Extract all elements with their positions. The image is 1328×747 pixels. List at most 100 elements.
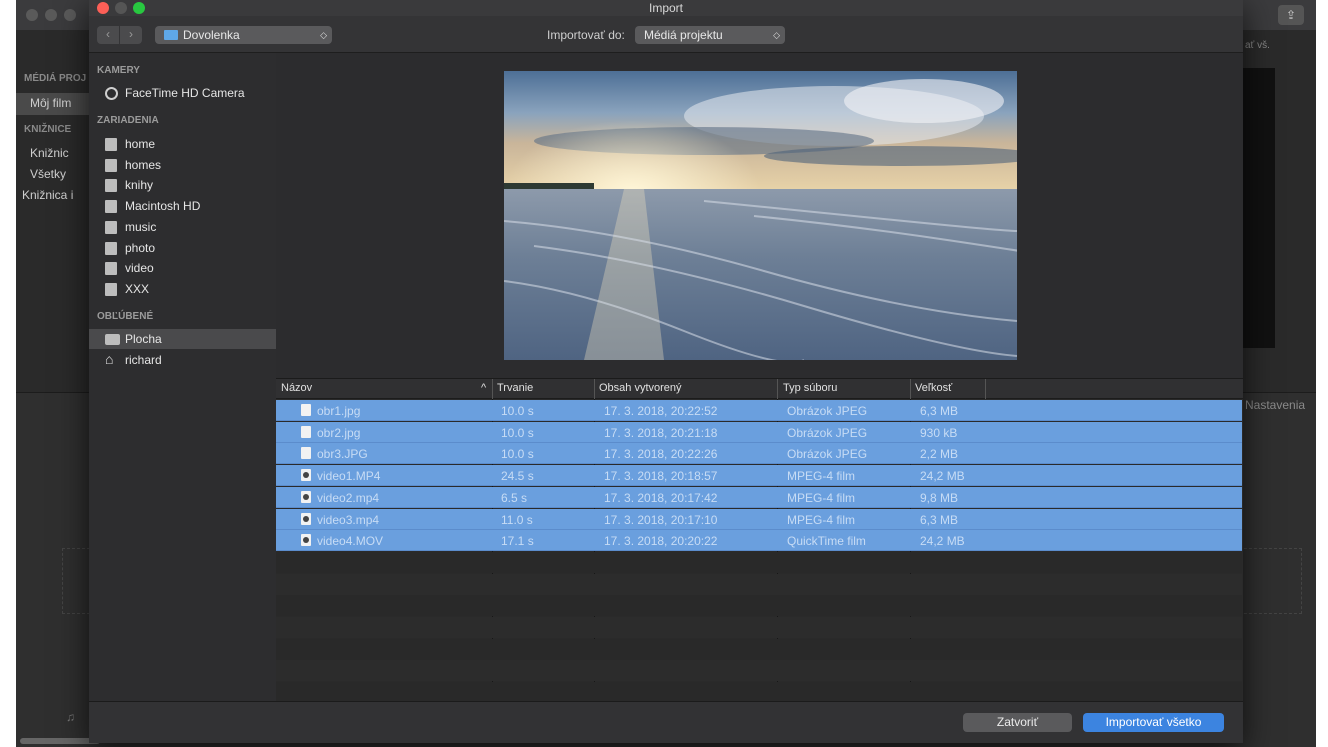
video-file-icon	[301, 512, 311, 525]
cell-name: obr2.jpg	[317, 425, 361, 440]
sidebar-item-label: music	[125, 220, 157, 234]
back-button[interactable]: ‹	[97, 26, 119, 44]
sidebar-item-label: XXX	[125, 282, 150, 296]
import-dialog: Import ‹ › Dovolenka ◇ Importovať do: Mé…	[89, 0, 1243, 743]
disk-icon	[105, 159, 117, 172]
column-header-size[interactable]: Veľkosť	[915, 382, 952, 394]
sidebar-item-plocha[interactable]: Plocha	[89, 329, 276, 349]
sort-ascending-icon[interactable]: ^	[481, 382, 486, 394]
empty-row	[276, 638, 1242, 660]
video-file-icon	[301, 469, 311, 482]
disk-icon	[105, 138, 117, 151]
video-file-icon	[301, 534, 311, 547]
column-header-duration[interactable]: Trvanie	[497, 382, 533, 394]
cell-type: Obrázok JPEG	[787, 404, 868, 418]
cell-type: Obrázok JPEG	[787, 447, 868, 462]
sidebar-item-label: knihy	[125, 178, 154, 192]
import-to-popup[interactable]: Médiá projektu ◇	[635, 26, 785, 44]
bg-close-light[interactable]	[26, 9, 38, 21]
sidebar-item-label: homes	[125, 158, 162, 172]
sidebar-item-macintosh-hd[interactable]: Macintosh HD	[89, 196, 276, 216]
folder-icon	[164, 30, 178, 40]
sidebar-item-home[interactable]: home	[89, 134, 276, 154]
close-light[interactable]	[97, 2, 109, 14]
bg-item-all[interactable]: Všetky	[30, 167, 66, 181]
sidebar-item-label: photo	[125, 241, 156, 255]
location-label: Dovolenka	[183, 28, 240, 42]
sidebar-item-video[interactable]: video	[89, 258, 276, 278]
column-divider[interactable]	[777, 379, 778, 399]
cell-name: obr3.JPG	[317, 447, 368, 462]
home-icon: ⌂	[105, 351, 114, 367]
bg-viewer	[1241, 68, 1275, 348]
disk-icon	[105, 242, 117, 255]
column-divider[interactable]	[594, 379, 595, 399]
import-to-value: Médiá projektu	[644, 28, 723, 42]
column-header-type[interactable]: Typ súboru	[783, 382, 837, 394]
cell-type: MPEG-4 film	[787, 490, 856, 505]
dialog-title: Import	[648, 1, 683, 15]
disk-icon	[105, 283, 117, 296]
bg-minimize-light[interactable]	[45, 9, 57, 21]
empty-row	[276, 660, 1242, 682]
cell-name: video1.MP4	[317, 469, 381, 484]
sidebar-item-homes[interactable]: homes	[89, 155, 276, 175]
sidebar-item-music[interactable]: music	[89, 217, 276, 237]
cell-name: obr1.jpg	[317, 404, 361, 418]
sidebar-item-label: Plocha	[125, 332, 162, 346]
sidebar-item-xxx[interactable]: XXX	[89, 279, 276, 299]
column-divider[interactable]	[492, 379, 493, 399]
sidebar-item-photo[interactable]: photo	[89, 238, 276, 258]
column-divider[interactable]	[910, 379, 911, 399]
table-row[interactable]: video2.mp4 6.5 s 17. 3. 2018, 20:17:42 MPEG…	[276, 486, 1242, 508]
cell-name: video3.mp4	[317, 512, 380, 527]
bg-scrollbar[interactable]	[20, 738, 100, 744]
table-row[interactable]: obr3.JPG 10.0 s 17. 3. 2018, 20:22:26 Obráz…	[276, 443, 1242, 465]
table-row[interactable]: video1.MP4 24.5 s 17. 3. 2018, 20:18:57 MPE…	[276, 465, 1242, 487]
close-button[interactable]: Zatvoriť	[963, 713, 1072, 732]
cell-duration: 10.0 s	[501, 425, 534, 440]
sidebar-item-richard[interactable]: ⌂ richard	[89, 350, 276, 370]
table-row[interactable]: obr2.jpg 10.0 s 17. 3. 2018, 20:21:18 Obráz…	[276, 421, 1242, 443]
cell-size: 2,2 MB	[920, 447, 959, 462]
empty-row	[276, 595, 1242, 617]
column-header-name[interactable]: Názov	[281, 382, 312, 394]
cell-duration: 11.0 s	[501, 512, 533, 527]
location-popup[interactable]: Dovolenka ◇	[155, 26, 332, 44]
table-row[interactable]: obr1.jpg 10.0 s 17. 3. 2018, 20:22:52 Obráz…	[276, 400, 1242, 421]
table-row[interactable]: video4.MOV 17.1 s 17. 3. 2018, 20:20:22 Qui…	[276, 530, 1242, 552]
sidebar-item-label: home	[125, 137, 156, 151]
share-icon[interactable]: ⇪	[1278, 5, 1304, 25]
import-all-button[interactable]: Importovať všetko	[1083, 713, 1224, 732]
image-file-icon	[301, 425, 311, 438]
bg-right-text: ať vš.	[1245, 40, 1270, 51]
bg-item-my-film[interactable]: Môj film	[30, 96, 71, 110]
cell-type: MPEG-4 film	[787, 512, 856, 527]
cell-name: video2.mp4	[317, 490, 380, 505]
forward-button[interactable]: ›	[120, 26, 142, 44]
column-divider[interactable]	[985, 379, 986, 399]
zoom-light[interactable]	[133, 2, 145, 14]
sidebar-item-facetime-camera[interactable]: FaceTime HD Camera	[89, 83, 276, 103]
section-devices: ZARIADENIA	[97, 115, 159, 126]
table-row[interactable]: video3.mp4 11.0 s 17. 3. 2018, 20:17:10 MPE…	[276, 508, 1242, 530]
bg-item-library[interactable]: Knižnic	[30, 146, 69, 160]
bg-zoom-light[interactable]	[64, 9, 76, 21]
disk-icon	[105, 262, 117, 275]
minimize-light[interactable]	[115, 2, 127, 14]
sidebar-item-label: Macintosh HD	[125, 199, 201, 213]
preview-image	[504, 71, 1017, 360]
camera-icon	[105, 87, 118, 100]
cell-type: Obrázok JPEG	[787, 425, 868, 440]
bg-item-library-i[interactable]: Knižnica i	[22, 188, 73, 202]
file-table: Názov ^ Trvanie Obsah vytvorený Typ súbo…	[276, 378, 1243, 704]
sidebar-item-knihy[interactable]: knihy	[89, 175, 276, 195]
cell-type: MPEG-4 film	[787, 469, 856, 484]
cell-created: 17. 3. 2018, 20:17:10	[604, 512, 718, 527]
dialog-sidebar: KAMERY FaceTime HD Camera ZARIADENIA hom…	[89, 53, 276, 701]
bg-settings-label[interactable]: Nastavenia	[1245, 398, 1305, 412]
sidebar-item-label: richard	[125, 353, 162, 367]
cell-created: 17. 3. 2018, 20:22:52	[604, 404, 718, 418]
updown-chevron-icon: ◇	[320, 30, 327, 40]
column-header-created[interactable]: Obsah vytvorený	[599, 382, 682, 394]
